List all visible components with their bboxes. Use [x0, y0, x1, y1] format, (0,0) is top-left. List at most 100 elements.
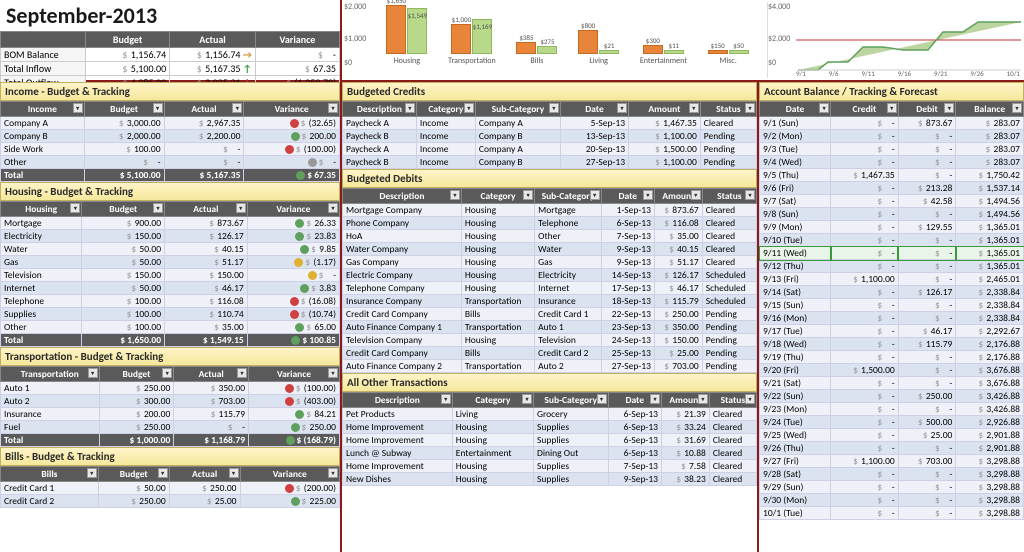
column-header[interactable]: Category▾ — [416, 102, 475, 117]
filter-dropdown-icon[interactable]: ▾ — [617, 103, 627, 113]
table-row[interactable]: 9/10 (Tue)$ -$ -$ 1,365.01 — [760, 234, 1024, 247]
filter-dropdown-icon[interactable]: ▾ — [887, 103, 897, 113]
column-header[interactable]: Date▾ — [608, 393, 661, 408]
table-row[interactable]: Fuel$ 250.00$ -$ 250.00 — [1, 421, 340, 434]
table-row[interactable]: 9/30 (Mon)$ -$ -$ 3,298.88 — [760, 494, 1024, 507]
column-header[interactable]: Variance▾ — [247, 202, 339, 217]
column-header[interactable]: Sub-Category▾ — [535, 189, 601, 204]
filter-dropdown-icon[interactable]: ▾ — [944, 103, 954, 113]
column-header[interactable]: Category▾ — [452, 393, 533, 408]
table-row[interactable]: Credit Card 2$ 250.00$ 25.00$ 225.00 — [1, 495, 340, 508]
column-header[interactable]: Variance▾ — [240, 467, 340, 482]
table-row[interactable]: Pet ProductsLivingGrocery6-Sep-13$ 21.39… — [343, 408, 757, 421]
table-row[interactable]: 9/4 (Wed)$ -$ -$ 283.07 — [760, 156, 1024, 169]
column-header[interactable]: Amount▾ — [629, 102, 701, 117]
column-header[interactable]: Budget▾ — [82, 202, 165, 217]
filter-dropdown-icon[interactable]: ▾ — [87, 468, 97, 478]
table-row[interactable]: Credit Card 1$ 50.00$ 250.00$ (200.00) — [1, 482, 340, 495]
filter-dropdown-icon[interactable]: ▾ — [590, 190, 600, 200]
table-row[interactable]: 9/24 (Tue)$ -$ 500.00$ 2,926.88 — [760, 416, 1024, 429]
table-row[interactable]: Insurance CompanyTransportationInsurance… — [343, 295, 757, 308]
filter-dropdown-icon[interactable]: ▾ — [229, 468, 239, 478]
table-row[interactable]: HoAHousingOther7-Sep-13$ 35.00Cleared — [343, 230, 757, 243]
column-header[interactable]: Actual▾ — [164, 102, 244, 117]
table-row[interactable]: Paycheck AIncomeCompany A5-Sep-13$ 1,467… — [343, 117, 757, 130]
filter-dropdown-icon[interactable]: ▾ — [745, 103, 755, 113]
column-header[interactable]: Budget▾ — [99, 367, 174, 382]
column-header[interactable]: Date▾ — [760, 102, 831, 117]
filter-dropdown-icon[interactable]: ▾ — [232, 103, 242, 113]
table-row[interactable]: 9/3 (Tue)$ -$ -$ 283.07 — [760, 143, 1024, 156]
filter-dropdown-icon[interactable]: ▾ — [237, 368, 247, 378]
table-row[interactable]: 9/29 (Sun)$ -$ -$ 3,298.88 — [760, 481, 1024, 494]
table-row[interactable]: 9/18 (Wed)$ -$ 115.79$ 2,176.88 — [760, 338, 1024, 351]
filter-dropdown-icon[interactable]: ▾ — [328, 103, 338, 113]
table-row[interactable]: Gas$ 50.00$ 51.17$ (1.17) — [1, 256, 340, 269]
filter-dropdown-icon[interactable]: ▾ — [153, 203, 163, 213]
table-row[interactable]: Television$ 150.00$ 150.00$ - — [1, 269, 340, 282]
filter-dropdown-icon[interactable]: ▾ — [328, 468, 338, 478]
column-header[interactable]: Transportation▾ — [1, 367, 100, 382]
table-row[interactable]: New DishesHousingSupplies9-Sep-13$ 38.23… — [343, 473, 757, 486]
filter-dropdown-icon[interactable]: ▾ — [162, 368, 172, 378]
column-header[interactable]: Actual▾ — [165, 202, 248, 217]
table-row[interactable]: Auto 2$ 300.00$ 703.00$ (403.00) — [1, 395, 340, 408]
filter-dropdown-icon[interactable]: ▾ — [153, 103, 163, 113]
table-row[interactable]: 9/6 (Fri)$ -$ 213.28$ 1,537.14 — [760, 182, 1024, 195]
filter-dropdown-icon[interactable]: ▾ — [73, 103, 83, 113]
table-row[interactable]: Company B$ 2,000.00$ 2,200.00$ 200.00 — [1, 130, 340, 143]
table-row[interactable]: Auto 1$ 250.00$ 350.00$ (100.00) — [1, 382, 340, 395]
table-row[interactable]: 9/21 (Sat)$ -$ -$ 3,676.88 — [760, 377, 1024, 390]
filter-dropdown-icon[interactable]: ▾ — [464, 103, 474, 113]
table-row[interactable]: Home ImprovementHousingSupplies7-Sep-13$… — [343, 460, 757, 473]
filter-dropdown-icon[interactable]: ▾ — [523, 190, 533, 200]
column-header[interactable]: Budget▾ — [98, 467, 169, 482]
table-row[interactable]: Telephone$ 100.00$ 116.08$ (16.08) — [1, 295, 340, 308]
filter-dropdown-icon[interactable]: ▾ — [1012, 103, 1022, 113]
table-row[interactable]: Credit Card CompanyBillsCredit Card 122-… — [343, 308, 757, 321]
table-row[interactable]: 9/16 (Mon)$ -$ -$ 2,338.84 — [760, 312, 1024, 325]
table-row[interactable]: Other$ -$ -$ - — [1, 156, 340, 169]
table-row[interactable]: Gas CompanyHousingGas9-Sep-13$ 51.17Clea… — [343, 256, 757, 269]
table-row[interactable]: Home ImprovementHousingSupplies6-Sep-13$… — [343, 421, 757, 434]
table-row[interactable]: Television CompanyHousingTelevision24-Se… — [343, 334, 757, 347]
table-row[interactable]: 9/25 (Wed)$ -$ 25.00$ 2,901.88 — [760, 429, 1024, 442]
filter-dropdown-icon[interactable]: ▾ — [698, 394, 708, 404]
table-row[interactable]: Auto Finance Company 2TransportationAuto… — [343, 360, 757, 373]
table-row[interactable]: 9/11 (Wed)$ -$ -$ 1,365.01 — [760, 247, 1024, 260]
table-row[interactable]: 9/2 (Mon)$ -$ -$ 283.07 — [760, 130, 1024, 143]
filter-dropdown-icon[interactable]: ▾ — [745, 190, 755, 200]
filter-dropdown-icon[interactable]: ▾ — [405, 103, 415, 113]
table-row[interactable]: 9/28 (Sat)$ -$ -$ 3,298.88 — [760, 468, 1024, 481]
filter-dropdown-icon[interactable]: ▾ — [643, 190, 653, 200]
table-row[interactable]: 9/26 (Thu)$ -$ -$ 2,901.88 — [760, 442, 1024, 455]
column-header[interactable]: Credit▾ — [831, 102, 899, 117]
table-row[interactable]: Credit Card CompanyBillsCredit Card 225-… — [343, 347, 757, 360]
table-row[interactable]: 9/22 (Sun)$ -$ 250.00$ 3,426.88 — [760, 390, 1024, 403]
table-row[interactable]: 9/12 (Thu)$ -$ -$ 1,365.01 — [760, 260, 1024, 273]
column-header[interactable]: Date▾ — [601, 189, 654, 204]
column-header[interactable]: Date▾ — [560, 102, 628, 117]
table-row[interactable]: Water CompanyHousingWater9-Sep-13$ 40.15… — [343, 243, 757, 256]
table-row[interactable]: Electric CompanyHousingElectricity14-Sep… — [343, 269, 757, 282]
column-header[interactable]: Status▾ — [700, 102, 756, 117]
table-row[interactable]: Side Work$ 100.00$ -$ (100.00) — [1, 143, 340, 156]
table-row[interactable]: Paycheck BIncomeCompany B13-Sep-13$ 1,10… — [343, 130, 757, 143]
column-header[interactable]: Status▾ — [709, 393, 756, 408]
table-row[interactable]: Water$ 50.00$ 40.15$ 9.85 — [1, 243, 340, 256]
column-header[interactable]: Category▾ — [461, 189, 534, 204]
filter-dropdown-icon[interactable]: ▾ — [450, 190, 460, 200]
column-header[interactable]: Variance▾ — [249, 367, 340, 382]
filter-dropdown-icon[interactable]: ▾ — [328, 368, 338, 378]
table-row[interactable]: Mortgage CompanyHousingMortgage1-Sep-13$… — [343, 204, 757, 217]
column-header[interactable]: Income▾ — [1, 102, 85, 117]
column-header[interactable]: Bills▾ — [1, 467, 99, 482]
column-header[interactable]: Description▾ — [343, 102, 417, 117]
column-header[interactable]: Sub-Category▾ — [533, 393, 608, 408]
column-header[interactable]: Budget▾ — [84, 102, 164, 117]
table-row[interactable]: Supplies$ 100.00$ 110.74$ (10.74) — [1, 308, 340, 321]
column-header[interactable]: Debit▾ — [898, 102, 956, 117]
table-row[interactable]: Phone CompanyHousingTelephone6-Sep-13$ 1… — [343, 217, 757, 230]
filter-dropdown-icon[interactable]: ▾ — [597, 394, 607, 404]
table-row[interactable]: 9/20 (Fri)$ 1,500.00$ -$ 3,676.88 — [760, 364, 1024, 377]
